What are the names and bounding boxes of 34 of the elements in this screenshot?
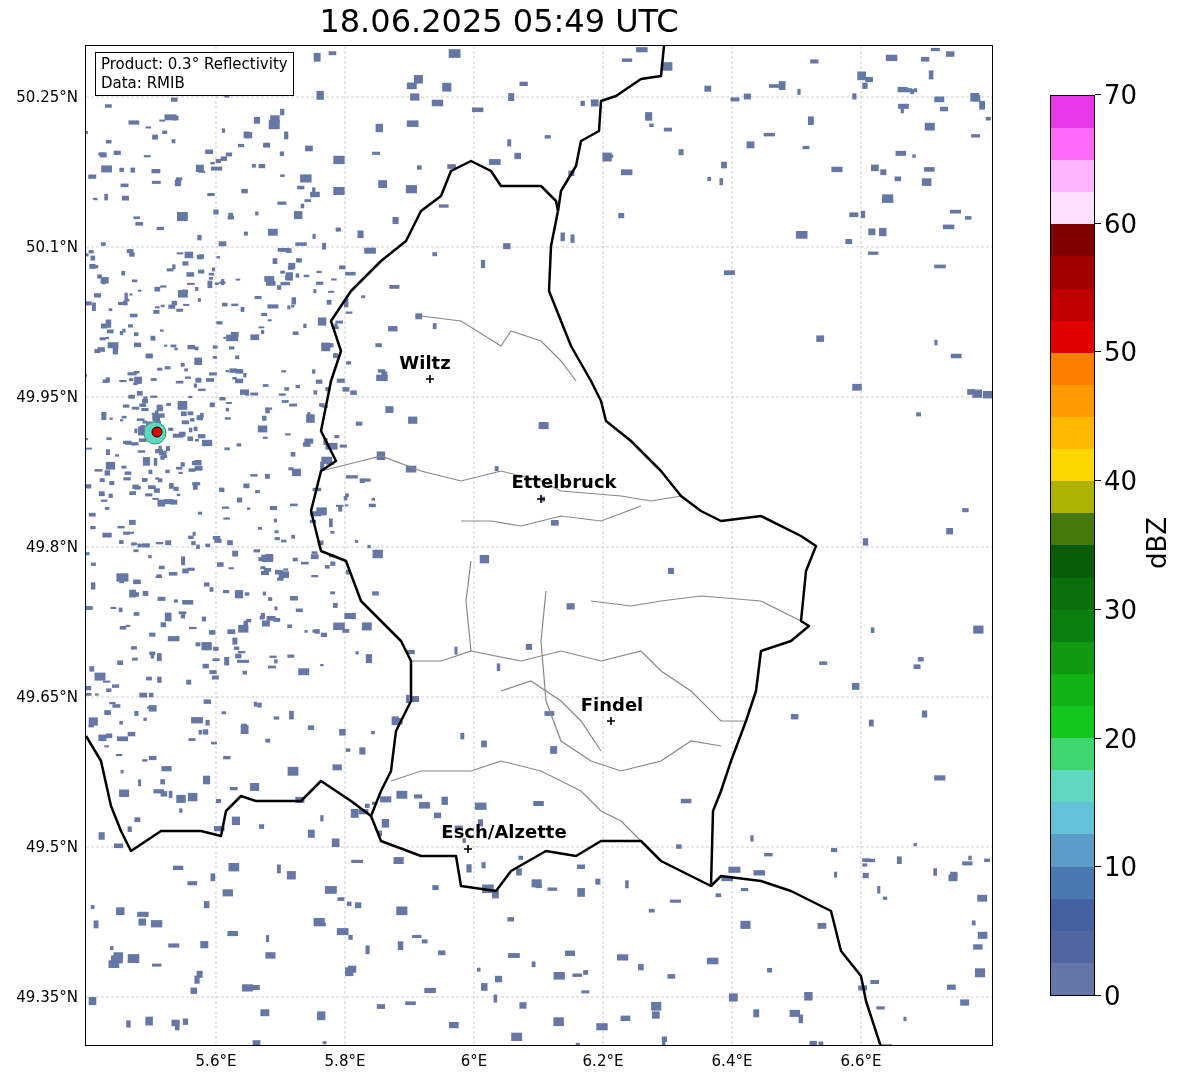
axis-tick-label: 5.6°E — [195, 1051, 237, 1072]
axis-tick-label: 49.65°N — [16, 688, 78, 706]
colorbar-tick-label: 30 — [1104, 596, 1138, 623]
city-marker-icon — [537, 495, 545, 503]
chart-title: 18.06.2025 05:49 UTC — [318, 1, 680, 42]
colorbar-tick-label: 70 — [1104, 82, 1138, 108]
radar-site-icon — [143, 421, 167, 445]
colorbar-tick-label: 20 — [1104, 725, 1138, 752]
axis-tick-label: 6.4°E — [711, 1051, 753, 1072]
city-label: Esch/Alzette — [441, 822, 567, 842]
axis-tick-label: 6°E — [460, 1051, 488, 1072]
axis-tick-label: 49.8°N — [25, 538, 78, 556]
axis-tick-label: 50.1°N — [25, 238, 78, 256]
axis-tick-label: 49.35°N — [16, 988, 78, 1006]
axis-tick-label: 50.25°N — [16, 88, 78, 106]
city-marker-icon — [464, 845, 472, 853]
colorbar-tick-label: 10 — [1104, 854, 1138, 881]
axis-tick-label: 6.6°E — [840, 1051, 882, 1072]
axis-tick-label: 6.2°E — [582, 1051, 624, 1072]
axis-tick-label: 49.5°N — [25, 838, 78, 856]
legend-text: Data: RMIB — [101, 73, 186, 93]
city-marker-icon — [607, 717, 615, 725]
colorbar-tick-label: 40 — [1104, 468, 1138, 495]
city-label: Ettelbruck — [511, 472, 617, 492]
colorbar-tick-label: 50 — [1104, 339, 1138, 366]
city-marker-icon — [426, 375, 434, 383]
axis-tick-label: 5.8°E — [324, 1051, 366, 1072]
legend-text: Product: 0.3° Reflectivity — [101, 55, 288, 74]
colorbar-tick-label: 0 — [1104, 983, 1121, 1009]
city-label: Findel — [580, 695, 644, 715]
colorbar-tick-label: 60 — [1104, 210, 1138, 237]
city-label: Wiltz — [399, 353, 451, 373]
axis-tick-label: 49.95°N — [16, 388, 78, 406]
colorbar-label: dBZ — [1140, 516, 1173, 570]
